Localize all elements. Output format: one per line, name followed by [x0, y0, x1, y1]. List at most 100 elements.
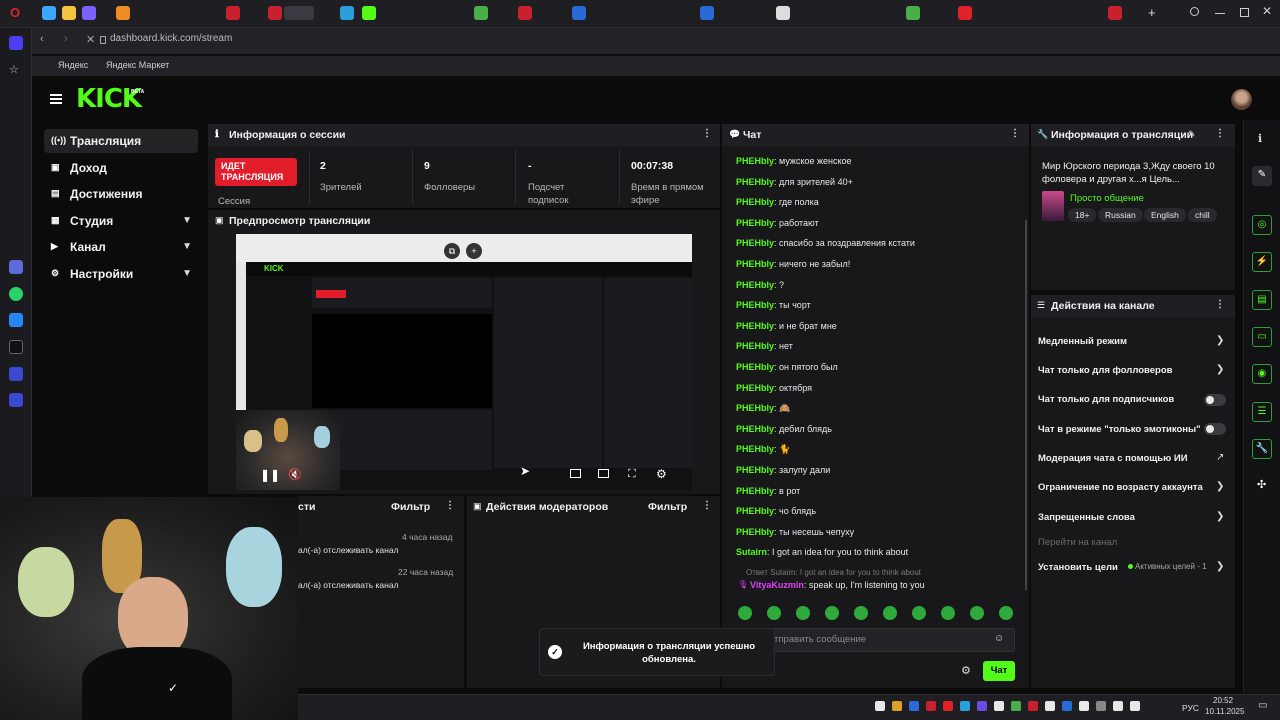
- vk-icon[interactable]: [9, 313, 23, 327]
- document-tool-icon[interactable]: ▤: [1252, 290, 1272, 310]
- whatsapp-icon[interactable]: [9, 287, 23, 301]
- star-icon[interactable]: ☆: [9, 63, 23, 77]
- tray-icon[interactable]: [1028, 701, 1038, 711]
- app-icon[interactable]: [9, 393, 23, 407]
- chat-username[interactable]: PHEHbly: [736, 218, 774, 228]
- more-icon[interactable]: ⋮: [1010, 128, 1020, 139]
- pip-icon[interactable]: [570, 469, 581, 478]
- tray-icon[interactable]: [1062, 701, 1072, 711]
- pause-icon[interactable]: ❚❚: [260, 468, 280, 482]
- tab-favicon-icon[interactable]: [42, 6, 56, 20]
- goals-item[interactable]: Установить цели: [1038, 562, 1118, 573]
- active-tab[interactable]: [284, 6, 314, 20]
- camera-tool-icon[interactable]: ◎: [1252, 215, 1272, 235]
- chat-username[interactable]: PHEHbly: [736, 424, 774, 434]
- tray-icon[interactable]: [1113, 701, 1123, 711]
- chat-username[interactable]: PHEHbly: [736, 259, 774, 269]
- slow-mode-item[interactable]: Медленный режим: [1038, 336, 1127, 347]
- tab-favicon-icon[interactable]: [572, 6, 586, 20]
- emote-icon[interactable]: [941, 606, 955, 620]
- tab-favicon-icon[interactable]: [340, 6, 354, 20]
- stream-preview[interactable]: KICK ⧉ + ❚❚ 🔇 ⛶ ⚙ ➤: [236, 234, 692, 490]
- tab-favicon-icon[interactable]: [62, 6, 76, 20]
- avatar[interactable]: [1231, 89, 1252, 110]
- more-icon[interactable]: ⋮: [1215, 299, 1225, 310]
- go-to-channel-link[interactable]: Перейти на канал: [1038, 537, 1117, 548]
- lightning-tool-icon[interactable]: ⚡: [1252, 252, 1272, 272]
- emote-icon[interactable]: [767, 606, 781, 620]
- fullscreen-icon[interactable]: ⛶: [628, 468, 636, 481]
- chat-scrollbar[interactable]: [1025, 220, 1027, 590]
- tray-icon[interactable]: [977, 701, 987, 711]
- chat-tool-icon[interactable]: ▭: [1252, 327, 1272, 347]
- new-tab-button[interactable]: +: [1148, 5, 1156, 20]
- notification-icon[interactable]: ▭: [1258, 700, 1267, 711]
- chat-username[interactable]: PHEHbly: [736, 362, 774, 372]
- mod-filter-button[interactable]: Фильтр: [648, 501, 687, 513]
- account-age-item[interactable]: Ограничение по возрасту аккаунта: [1038, 482, 1203, 493]
- tag-chill[interactable]: chill: [1188, 208, 1217, 222]
- minimize-icon[interactable]: [1215, 13, 1225, 14]
- fullscreen-toggle-icon[interactable]: +: [466, 243, 482, 259]
- tray-icon[interactable]: [1079, 701, 1089, 711]
- sidebar-item-channel[interactable]: ▶ Канал ▼: [44, 235, 198, 259]
- chat-username[interactable]: PHEHbly: [736, 465, 774, 475]
- category-thumbnail[interactable]: [1042, 191, 1064, 221]
- sidebar-item-settings[interactable]: ⚙ Настройки ▼: [44, 262, 198, 286]
- emote-icon[interactable]: [883, 606, 897, 620]
- more-icon[interactable]: ⋮: [445, 500, 455, 511]
- bookmark-yandex-market[interactable]: Яндекс Маркет: [106, 60, 169, 70]
- tab-favicon-icon[interactable]: [268, 6, 282, 20]
- popout-icon[interactable]: ⧉: [444, 243, 460, 259]
- chat-username[interactable]: PHEHbly: [736, 341, 774, 351]
- chat-username[interactable]: VityaKuzmin: [750, 580, 804, 590]
- menu-icon[interactable]: [50, 94, 62, 104]
- chat-username[interactable]: PHEHbly: [736, 197, 774, 207]
- more-icon[interactable]: ⋮: [1215, 128, 1225, 139]
- sidebar-item-revenue[interactable]: ▣ Доход: [44, 156, 198, 180]
- tray-icon[interactable]: [1130, 701, 1140, 711]
- tab-favicon-icon[interactable]: [82, 6, 96, 20]
- tab-favicon-icon[interactable]: [906, 6, 920, 20]
- maximize-icon[interactable]: [1240, 8, 1249, 17]
- tray-icon[interactable]: [943, 701, 953, 711]
- emoji-icon[interactable]: ☺: [994, 633, 1004, 644]
- emote-icon[interactable]: [825, 606, 839, 620]
- sidebar-item-stream[interactable]: ((•)) Трансляция: [44, 129, 198, 153]
- tray-icon[interactable]: [892, 701, 902, 711]
- sidebar-item-achievements[interactable]: ▤ Достижения: [44, 182, 198, 206]
- edit-tool-icon[interactable]: ✎: [1252, 166, 1272, 186]
- tab-favicon-icon[interactable]: [776, 6, 790, 20]
- tray-icon[interactable]: [875, 701, 885, 711]
- subscribers-only-toggle[interactable]: [1204, 394, 1226, 406]
- more-icon[interactable]: ⋮: [702, 128, 712, 139]
- app-icon[interactable]: [9, 260, 23, 274]
- chat-username[interactable]: PHEHbly: [736, 321, 774, 331]
- tray-icon[interactable]: [909, 701, 919, 711]
- emote-icon[interactable]: [999, 606, 1013, 620]
- chat-username[interactable]: PHEHbly: [736, 383, 774, 393]
- opera-icon[interactable]: O: [10, 6, 24, 20]
- kick-tab-icon[interactable]: [362, 6, 376, 20]
- banned-words-item[interactable]: Запрещенные слова: [1038, 512, 1135, 523]
- info-icon[interactable]: ℹ: [1258, 132, 1262, 145]
- sidebar-item-studio[interactable]: ▦ Студия ▼: [44, 209, 198, 233]
- chat-username[interactable]: PHEHbly: [736, 486, 774, 496]
- language-indicator[interactable]: РУС: [1182, 703, 1199, 713]
- search-icon[interactable]: [1190, 7, 1199, 16]
- send-chat-button[interactable]: Чат: [983, 661, 1015, 681]
- clock-date[interactable]: 10.11.2025: [1205, 707, 1244, 716]
- workspace-icon[interactable]: [9, 36, 23, 50]
- emote-icon[interactable]: [912, 606, 926, 620]
- tag-18-plus[interactable]: 18+: [1068, 208, 1097, 222]
- close-icon[interactable]: ✕: [1262, 4, 1272, 18]
- reload-icon[interactable]: ✕: [86, 33, 95, 46]
- tray-icon[interactable]: [960, 701, 970, 711]
- tab-favicon-icon[interactable]: [700, 6, 714, 20]
- tab-favicon-icon[interactable]: [518, 6, 532, 20]
- wrench-tool-icon[interactable]: 🔧: [1252, 439, 1272, 459]
- emote-icon[interactable]: [738, 606, 752, 620]
- tab-favicon-icon[interactable]: [116, 6, 130, 20]
- tab-favicon-icon[interactable]: [958, 6, 972, 20]
- tray-icon[interactable]: [1045, 701, 1055, 711]
